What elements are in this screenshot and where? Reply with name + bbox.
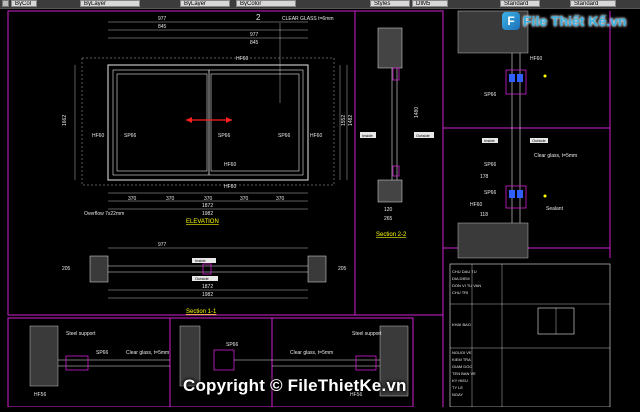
elev-dim-bottom: 370 xyxy=(128,196,137,202)
elevation-view: 977 845 977 845 CLEAR GLASS t=6mm 2 SP66… xyxy=(62,13,354,225)
elev-label: HF60 xyxy=(310,133,322,139)
sec11-dim: 1982 xyxy=(202,292,213,298)
drawing-canvas[interactable]: 977 845 977 845 CLEAR GLASS t=6mm 2 SP66… xyxy=(0,8,640,408)
tb-row: KY HIEU xyxy=(452,378,468,383)
detail-sealant-note: Sealant xyxy=(546,206,564,212)
section-2-2-title: Section 2-2 xyxy=(376,232,407,238)
detail-dim: 118 xyxy=(480,212,488,218)
sec22-dim: 1480 xyxy=(414,107,420,118)
layer-icon[interactable] xyxy=(2,0,9,7)
detail-glass-note: Clear glass, t=5mm xyxy=(534,153,577,159)
sec11-dim-side: 205 xyxy=(338,266,347,272)
elev-label: SP66 xyxy=(124,133,136,139)
elev-label: HF60 xyxy=(236,56,248,62)
elev-dim-side: 1662 xyxy=(62,115,68,126)
tb-row: CHU TRI xyxy=(452,290,468,295)
elev-label: HF60 xyxy=(224,184,236,190)
detail-label: HF60 xyxy=(470,202,482,208)
section-2-2-view: Inside Outside 120 265 1480 Section 2-2 xyxy=(360,27,434,238)
multileader-style-dropdown[interactable]: Standard xyxy=(570,0,616,7)
tb-row: NGAY xyxy=(452,392,463,397)
bottom-detail-label: Steel support xyxy=(352,331,382,337)
elev-dim-bottom: 1982 xyxy=(202,211,213,217)
copyright-watermark: Copyright © FileThietKe.vn xyxy=(183,376,407,395)
text-style-dropdown[interactable]: Styles xyxy=(370,0,410,7)
detail-label: SP66 xyxy=(484,190,496,196)
bottom-detail-label: SP66 xyxy=(226,342,238,348)
color-dropdown[interactable]: ByCol xyxy=(11,0,37,7)
bottom-detail-label: HF56 xyxy=(34,392,46,398)
brand-logo-icon: F xyxy=(502,12,520,30)
detail-label: SP66 xyxy=(484,92,496,98)
elev-dim-bottom: 370 xyxy=(204,196,213,202)
tb-row: DIA DIEM xyxy=(452,276,470,281)
bottom-detail-label: Clear glass, t=5mm xyxy=(126,350,169,356)
elev-dim-top: 845 xyxy=(250,40,259,46)
elev-dim-top: 977 xyxy=(250,32,259,38)
tb-row: KIEM TRA xyxy=(452,357,471,362)
sec11-dim-side: 205 xyxy=(62,266,71,272)
elevation-title: ELEVATION xyxy=(186,219,219,225)
tb-row: TEN BAN VE xyxy=(452,371,476,376)
elev-dim-side: 1552 xyxy=(341,115,347,126)
tb-row: TY LE xyxy=(452,385,463,390)
tb-row: GIAM DOC xyxy=(452,364,472,369)
cad-drawing: 977 845 977 845 CLEAR GLASS t=6mm 2 SP66… xyxy=(7,10,611,408)
tb-row: NGUOI VE xyxy=(452,350,472,355)
detail-right-view: SP66 SP66 SP66 HF60 HF60 Inside Outside … xyxy=(457,10,577,259)
detail-label-inside: Inside xyxy=(484,138,495,143)
elev-dim-top: 845 xyxy=(158,24,167,30)
title-block: CHU DAU TU DIA DIEM DON VI TU VAN CHU TR… xyxy=(449,263,611,408)
elev-section-marker: 2 xyxy=(256,13,261,22)
detail-dim: 178 xyxy=(480,174,489,180)
sec11-dim: 1872 xyxy=(202,284,213,290)
sec22-label-outside: Outside xyxy=(416,133,431,138)
elev-dim-top: 977 xyxy=(158,16,167,22)
sec11-label-outside: Outside xyxy=(195,276,210,281)
elev-dim-side: 1482 xyxy=(348,115,354,126)
linetype-dropdown[interactable]: ByLayer xyxy=(80,0,140,7)
elev-dim-bottom: 370 xyxy=(166,196,175,202)
detail-label: SP66 xyxy=(484,162,496,168)
elev-label: SP66 xyxy=(218,133,230,139)
section-1-1-view: Inside Outside 977 1872 1982 205 205 Sec… xyxy=(62,242,347,315)
bottom-detail-label: Clear glass, t=5mm xyxy=(290,350,333,356)
sec22-dim: 120 xyxy=(384,207,393,213)
brand-watermark: F File Thiết Kế.vn xyxy=(502,10,626,32)
bottom-detail-label: Steel support xyxy=(66,331,96,337)
elev-label: HF60 xyxy=(92,133,104,139)
plotstyle-dropdown[interactable]: ByColor xyxy=(236,0,296,7)
lineweight-dropdown[interactable]: ByLayer xyxy=(180,0,230,7)
sec11-dim: 977 xyxy=(158,242,167,248)
tb-row: CHU DAU TU xyxy=(452,269,477,274)
elev-dim-bottom: 370 xyxy=(240,196,249,202)
detail-label-outside: Outside xyxy=(532,138,547,143)
dim-style-dropdown[interactable]: DIM5 xyxy=(412,0,448,7)
elev-overflow-note: Overflow 7x22mm xyxy=(84,211,124,217)
elev-dim-bottom: 1872 xyxy=(202,203,213,209)
elev-label: SP66 xyxy=(278,133,290,139)
tb-row: KHAI BAO xyxy=(452,322,471,327)
detail-label: HF60 xyxy=(530,56,542,62)
tb-row: DON VI TU VAN xyxy=(452,283,481,288)
section-1-1-title: Section 1-1 xyxy=(186,309,217,315)
elev-glass-note: CLEAR GLASS t=6mm xyxy=(282,16,334,22)
sec22-dim: 265 xyxy=(384,216,393,222)
sec11-label-inside: Inside xyxy=(195,258,206,263)
sec22-label-inside: Inside xyxy=(362,133,373,138)
elev-dim-bottom: 370 xyxy=(276,196,285,202)
table-style-dropdown[interactable]: Standard xyxy=(500,0,540,7)
brand-name: File Thiết Kế.vn xyxy=(523,13,627,29)
bottom-detail-label: SP66 xyxy=(96,350,108,356)
elev-label: HF60 xyxy=(224,162,236,168)
